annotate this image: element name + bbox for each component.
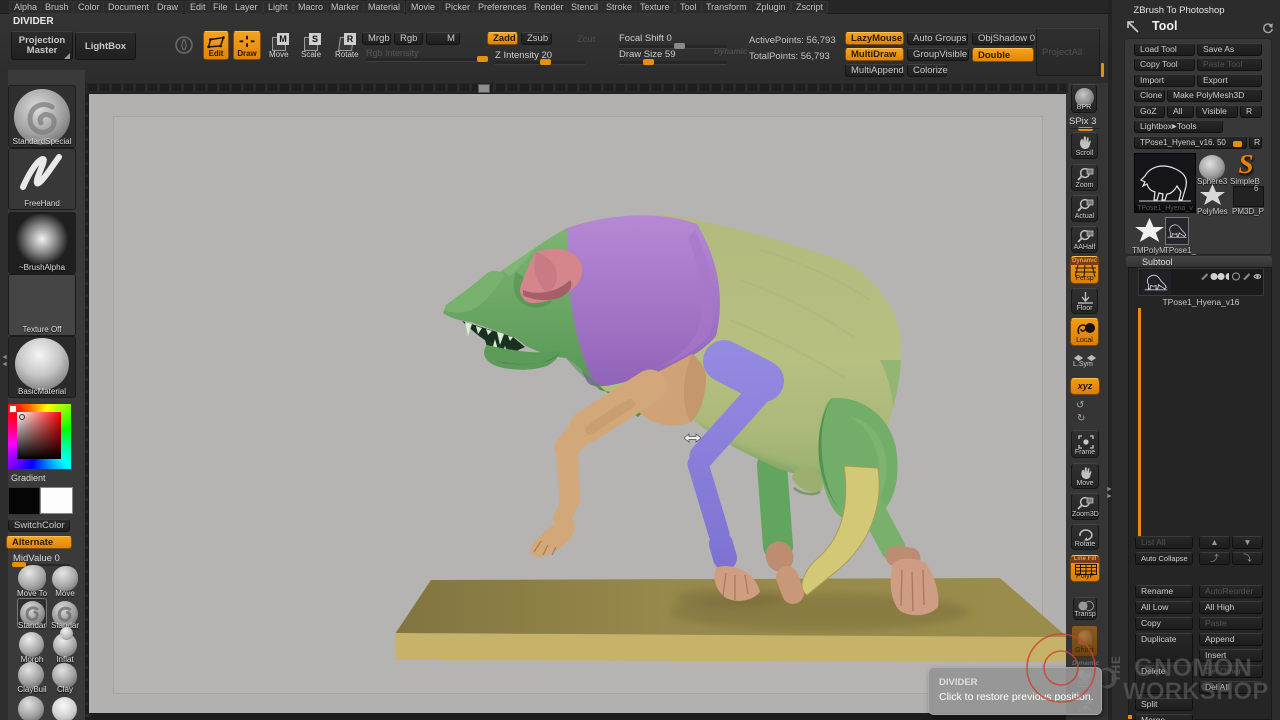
svg-text:WORKSHOP: WORKSHOP [1123,678,1269,705]
svg-text:Edit: Edit [209,49,224,58]
svg-text:Draw: Draw [237,49,257,58]
